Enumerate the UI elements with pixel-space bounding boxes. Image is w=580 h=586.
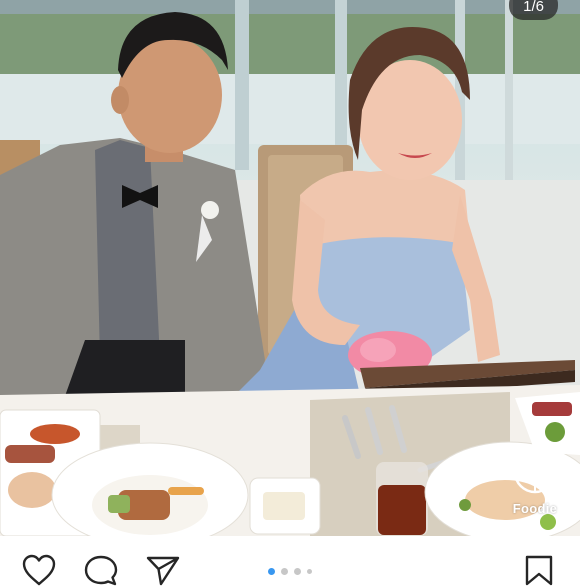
carousel-dot-active <box>268 568 275 575</box>
wedding-photo-illustration <box>0 0 580 536</box>
carousel-dot <box>281 568 288 575</box>
bookmark-icon <box>525 555 553 586</box>
slide-counter: 1/6 <box>509 0 558 20</box>
carousel-indicator <box>268 568 312 575</box>
camera-lens-logo-icon <box>513 450 557 494</box>
foodie-watermark: Foodie <box>504 450 566 516</box>
comment-icon <box>84 555 118 586</box>
carousel-dot <box>307 569 312 574</box>
heart-icon <box>22 554 56 586</box>
paper-plane-icon <box>146 556 180 586</box>
post-photo[interactable]: 1/6 Foodie <box>0 0 580 536</box>
foodie-watermark-label: Foodie <box>512 501 558 516</box>
carousel-dot <box>294 568 301 575</box>
